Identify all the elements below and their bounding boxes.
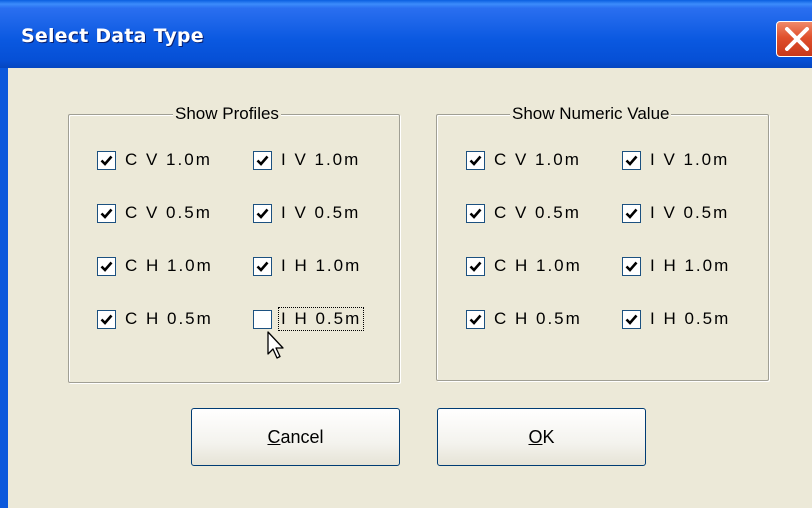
checkbox-label: C H 1.0m xyxy=(494,256,582,275)
checkbox-label: C V 0.5m xyxy=(125,203,212,222)
checkbox-box[interactable] xyxy=(622,309,641,329)
numeric-ch-1-0m-checkbox[interactable]: C H 1.0m xyxy=(466,255,583,277)
profiles-iv-0-5m-checkbox[interactable]: I V 0.5m xyxy=(253,202,361,224)
checkbox-label: I V 0.5m xyxy=(281,203,361,222)
numeric-iv-0-5m-checkbox[interactable]: I V 0.5m xyxy=(622,202,730,224)
checkmark-icon xyxy=(469,314,482,325)
close-button[interactable] xyxy=(776,21,812,57)
checkmark-icon xyxy=(625,208,638,219)
numeric-ih-1-0m-checkbox[interactable]: I H 1.0m xyxy=(622,255,731,277)
checkmark-icon xyxy=(256,261,269,272)
checkbox-label: I V 1.0m xyxy=(281,150,361,169)
checkbox-label: C H 0.5m xyxy=(125,309,213,328)
checkbox-box[interactable] xyxy=(622,203,641,223)
checkbox-label: C H 0.5m xyxy=(494,309,582,328)
ok-button-label: OK xyxy=(528,427,554,448)
show-profiles-label: Show Profiles xyxy=(173,104,281,124)
profiles-ch-0-5m-checkbox[interactable]: C H 0.5m xyxy=(97,308,214,330)
cancel-button[interactable]: Cancel xyxy=(191,408,400,466)
profiles-ih-0-5m-checkbox[interactable]: I H 0.5m xyxy=(253,307,365,331)
cancel-mnemonic: C xyxy=(267,426,281,447)
show-numeric-value-label: Show Numeric Value xyxy=(510,104,672,124)
checkbox-box[interactable] xyxy=(253,150,272,170)
window-frame-left xyxy=(0,68,10,508)
numeric-ch-0-5m-checkbox[interactable]: C H 0.5m xyxy=(466,308,583,330)
checkmark-icon xyxy=(100,208,113,219)
checkbox-box[interactable] xyxy=(97,150,116,170)
title-bar: Select Data Type xyxy=(0,0,812,68)
ok-label-rest: K xyxy=(542,426,555,447)
checkbox-box[interactable] xyxy=(466,150,485,170)
checkbox-label: I H 0.5m xyxy=(650,309,731,328)
profiles-iv-1-0m-checkbox[interactable]: I V 1.0m xyxy=(253,149,361,171)
checkbox-label: I H 0.5m xyxy=(277,307,365,331)
checkmark-icon xyxy=(256,155,269,166)
checkbox-box[interactable] xyxy=(97,256,116,276)
checkbox-box[interactable] xyxy=(466,309,485,329)
profiles-ih-1-0m-checkbox[interactable]: I H 1.0m xyxy=(253,255,362,277)
ok-mnemonic: O xyxy=(528,426,543,447)
profiles-cv-1-0m-checkbox[interactable]: C V 1.0m xyxy=(97,149,213,171)
close-x-icon xyxy=(785,27,809,51)
numeric-ih-0-5m-checkbox[interactable]: I H 0.5m xyxy=(622,308,731,330)
checkbox-label: I V 0.5m xyxy=(650,203,730,222)
checkbox-label: I H 1.0m xyxy=(281,256,362,275)
checkmark-icon xyxy=(469,261,482,272)
checkmark-icon xyxy=(625,155,638,166)
checkmark-icon xyxy=(100,314,113,325)
checkbox-box[interactable] xyxy=(253,256,272,276)
profiles-ch-1-0m-checkbox[interactable]: C H 1.0m xyxy=(97,255,214,277)
checkmark-icon xyxy=(100,155,113,166)
checkbox-box[interactable] xyxy=(622,150,641,170)
checkbox-label: C H 1.0m xyxy=(125,256,213,275)
checkbox-box[interactable] xyxy=(97,309,116,329)
checkbox-label: C V 1.0m xyxy=(494,150,581,169)
checkbox-label: C V 1.0m xyxy=(125,150,212,169)
ok-button[interactable]: OK xyxy=(437,408,646,466)
checkmark-icon xyxy=(256,208,269,219)
checkmark-icon xyxy=(469,208,482,219)
numeric-cv-1-0m-checkbox[interactable]: C V 1.0m xyxy=(466,149,582,171)
checkbox-box[interactable] xyxy=(622,256,641,276)
checkbox-box[interactable] xyxy=(466,256,485,276)
cancel-label-rest: ancel xyxy=(280,426,324,447)
numeric-iv-1-0m-checkbox[interactable]: I V 1.0m xyxy=(622,149,730,171)
checkbox-label: I H 1.0m xyxy=(650,256,731,275)
checkbox-label: C V 0.5m xyxy=(494,203,581,222)
cancel-button-label: Cancel xyxy=(267,427,323,448)
checkbox-box[interactable] xyxy=(97,203,116,223)
checkbox-box[interactable] xyxy=(253,203,272,223)
checkbox-label: I V 1.0m xyxy=(650,150,730,169)
mouse-pointer-icon xyxy=(267,331,284,359)
checkmark-icon xyxy=(625,314,638,325)
checkmark-icon xyxy=(100,261,113,272)
profiles-cv-0-5m-checkbox[interactable]: C V 0.5m xyxy=(97,202,213,224)
checkmark-icon xyxy=(625,261,638,272)
checkbox-box[interactable] xyxy=(253,309,272,329)
checkbox-box[interactable] xyxy=(466,203,485,223)
numeric-cv-0-5m-checkbox[interactable]: C V 0.5m xyxy=(466,202,582,224)
checkmark-icon xyxy=(469,155,482,166)
window-title: Select Data Type xyxy=(21,25,204,47)
